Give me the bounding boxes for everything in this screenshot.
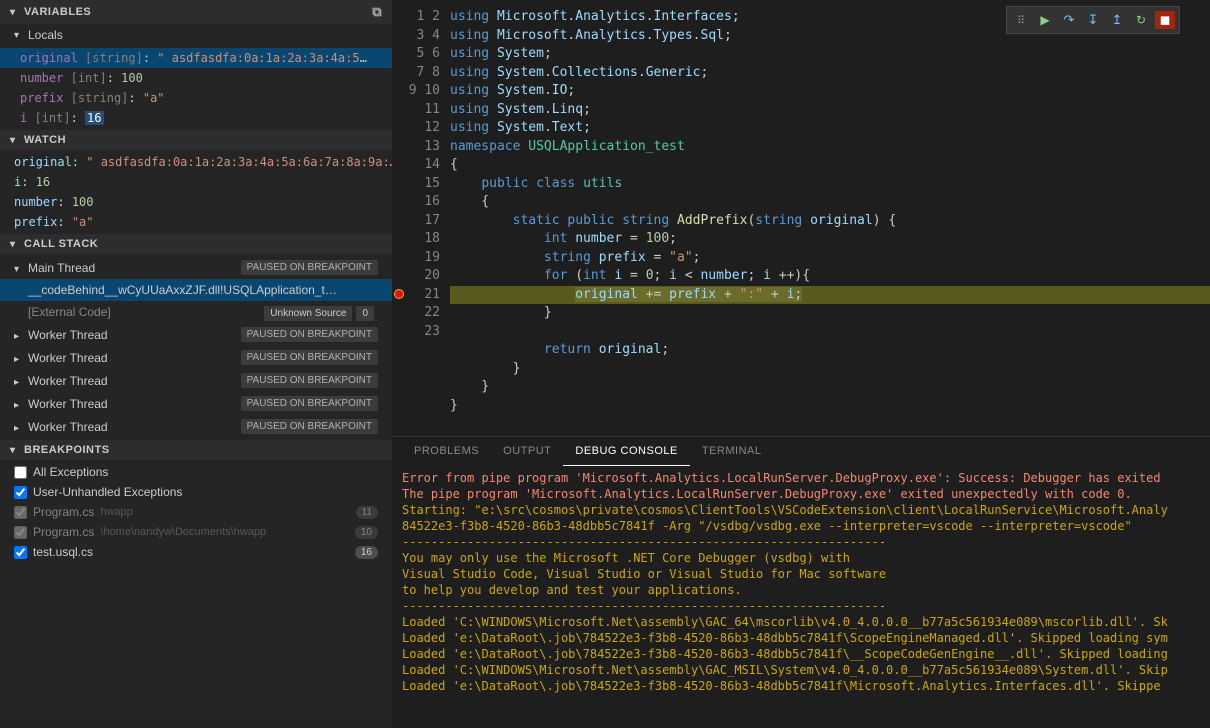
bp-checkbox[interactable] (14, 506, 27, 519)
console-line: Loaded 'C:\WINDOWS\Microsoft.Net\assembl… (402, 614, 1200, 630)
variable-row[interactable]: i [int]: 16 (0, 108, 392, 128)
watch-row[interactable]: prefix: "a" (0, 212, 392, 232)
code-content[interactable]: using Microsoft.Analytics.Interfaces; us… (450, 0, 1210, 436)
code-editor[interactable]: 1 2 3 4 5 6 7 8 9 10 11 12 13 14 15 16 1… (392, 0, 1210, 436)
thread-main[interactable]: ▾Main ThreadPAUSED ON BREAKPOINT (0, 256, 392, 279)
variables-header[interactable]: ▾VARIABLES ⧉ (0, 0, 392, 24)
stop-button[interactable]: ◼ (1155, 11, 1175, 29)
thread-worker[interactable]: ▸Worker ThreadPAUSED ON BREAKPOINT (0, 323, 392, 346)
stack-frame-external[interactable]: [External Code]Unknown Source0 (0, 301, 392, 323)
copy-icon[interactable]: ⧉ (372, 4, 382, 20)
tab-output[interactable]: OUTPUT (491, 437, 563, 466)
thread-worker[interactable]: ▸Worker ThreadPAUSED ON BREAKPOINT (0, 346, 392, 369)
variables-title: VARIABLES (24, 6, 91, 18)
bottom-panel-tabs: PROBLEMS OUTPUT DEBUG CONSOLE TERMINAL (392, 436, 1210, 466)
main-area: ⠿ ▶ ↷ ↧ ↥ ↻ ◼ 1 2 3 4 5 6 7 8 9 10 11 12… (392, 0, 1210, 728)
tab-problems[interactable]: PROBLEMS (402, 437, 491, 466)
breakpoints-header[interactable]: ▾BREAKPOINTS (0, 440, 392, 460)
breakpoint-row[interactable]: test.usql.cs16 (0, 542, 392, 562)
restart-button[interactable]: ↻ (1129, 9, 1153, 31)
variable-row[interactable]: prefix [string]: "a" (0, 88, 392, 108)
watch-title: WATCH (24, 134, 66, 146)
breakpoints-body: All Exceptions User-Unhandled Exceptions… (0, 460, 392, 564)
console-line: Loaded 'C:\WINDOWS\Microsoft.Net\assembl… (402, 662, 1200, 678)
tab-terminal[interactable]: TERMINAL (690, 437, 774, 466)
variables-body: original [string]: " asdfasdfa:0a:1a:2a:… (0, 46, 392, 130)
breakpoint-row[interactable]: Program.cs\home\nandyw\Documents\hwapp10 (0, 522, 392, 542)
callstack-body: ▾Main ThreadPAUSED ON BREAKPOINT __codeB… (0, 254, 392, 440)
variable-row[interactable]: number [int]: 100 (0, 68, 392, 88)
watch-header[interactable]: ▾WATCH (0, 130, 392, 150)
line-gutter: 1 2 3 4 5 6 7 8 9 10 11 12 13 14 15 16 1… (392, 0, 450, 436)
console-line: Loaded 'e:\DataRoot\.job\784522e3-f3b8-4… (402, 630, 1200, 646)
console-line: to help you develop and test your applic… (402, 582, 1200, 598)
watch-body: original: " asdfasdfa:0a:1a:2a:3a:4a:5a:… (0, 150, 392, 234)
step-over-button[interactable]: ↷ (1057, 9, 1081, 31)
console-line: Visual Studio Code, Visual Studio or Vis… (402, 566, 1200, 582)
breakpoints-title: BREAKPOINTS (24, 444, 110, 456)
thread-worker[interactable]: ▸Worker ThreadPAUSED ON BREAKPOINT (0, 392, 392, 415)
breakpoint-row[interactable]: Program.cshwapp11 (0, 502, 392, 522)
continue-button[interactable]: ▶ (1033, 9, 1057, 31)
watch-row[interactable]: number: 100 (0, 192, 392, 212)
watch-row[interactable]: i: 16 (0, 172, 392, 192)
console-line: Error from pipe program 'Microsoft.Analy… (402, 470, 1200, 486)
console-line: ----------------------------------------… (402, 598, 1200, 614)
bp-checkbox[interactable] (14, 546, 27, 559)
step-into-button[interactable]: ↧ (1081, 9, 1105, 31)
thread-worker[interactable]: ▸Worker ThreadPAUSED ON BREAKPOINT (0, 369, 392, 392)
locals-section[interactable]: ▾Locals (0, 24, 392, 46)
console-line: Loaded 'e:\DataRoot\.job\784522e3-f3b8-4… (402, 678, 1200, 694)
console-line: The pipe program 'Microsoft.Analytics.Lo… (402, 486, 1200, 502)
debug-sidebar: ▾VARIABLES ⧉ ▾Locals original [string]: … (0, 0, 392, 728)
debug-console[interactable]: Error from pipe program 'Microsoft.Analy… (392, 466, 1210, 728)
breakpoint-row[interactable]: All Exceptions (0, 462, 392, 482)
variable-row[interactable]: original [string]: " asdfasdfa:0a:1a:2a:… (0, 48, 392, 68)
watch-row[interactable]: original: " asdfasdfa:0a:1a:2a:3a:4a:5a:… (0, 152, 392, 172)
console-line: Loaded 'e:\DataRoot\.job\784522e3-f3b8-4… (402, 646, 1200, 662)
paused-badge: PAUSED ON BREAKPOINT (241, 260, 378, 275)
callstack-title: CALL STACK (24, 238, 98, 250)
bp-checkbox[interactable] (14, 526, 27, 539)
breakpoint-row[interactable]: User-Unhandled Exceptions (0, 482, 392, 502)
console-line: ----------------------------------------… (402, 534, 1200, 550)
bp-checkbox[interactable] (14, 466, 27, 479)
tab-debug-console[interactable]: DEBUG CONSOLE (563, 437, 689, 466)
stack-frame[interactable]: __codeBehind__wCyUUaAxxZJF.dll!USQLAppli… (0, 279, 392, 301)
console-line: Starting: "e:\src\cosmos\private\cosmos\… (402, 502, 1200, 518)
drag-handle-icon[interactable]: ⠿ (1009, 9, 1033, 31)
bp-checkbox[interactable] (14, 486, 27, 499)
step-out-button[interactable]: ↥ (1105, 9, 1129, 31)
callstack-header[interactable]: ▾CALL STACK (0, 234, 392, 254)
breakpoint-icon[interactable] (394, 289, 404, 299)
thread-worker[interactable]: ▸Worker ThreadPAUSED ON BREAKPOINT (0, 415, 392, 438)
console-line: You may only use the Microsoft .NET Core… (402, 550, 1200, 566)
console-line: 84522e3-f3b8-4520-86b3-48dbb5c7841f -Arg… (402, 518, 1200, 534)
debug-toolbar[interactable]: ⠿ ▶ ↷ ↧ ↥ ↻ ◼ (1006, 6, 1180, 34)
